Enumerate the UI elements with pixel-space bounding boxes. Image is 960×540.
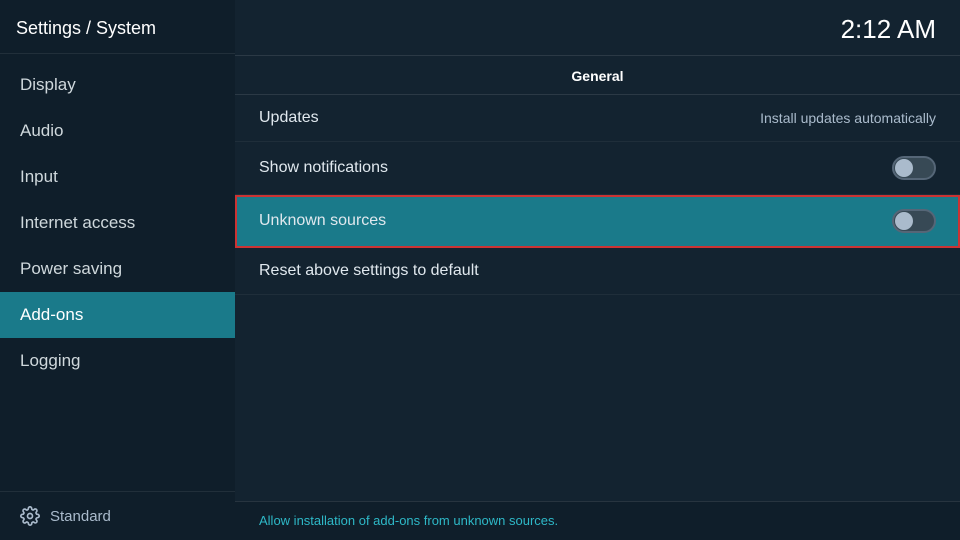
section-header: General [235,56,960,95]
clock: 2:12 AM [841,14,936,45]
updates-label: Updates [259,109,319,127]
unknown-sources-toggle[interactable] [892,209,936,233]
standard-label: Standard [50,508,111,525]
sidebar-nav: Display Audio Input Internet access Powe… [0,54,235,491]
unknown-sources-label: Unknown sources [259,212,386,230]
page-title: Settings / System [0,0,235,54]
show-notifications-label: Show notifications [259,159,388,177]
gear-icon [20,506,40,526]
setting-row-show-notifications[interactable]: Show notifications [235,142,960,195]
show-notifications-toggle[interactable] [892,156,936,180]
sidebar-item-display[interactable]: Display [0,62,235,108]
sidebar-item-add-ons[interactable]: Add-ons [0,292,235,338]
sidebar-item-input[interactable]: Input [0,154,235,200]
sidebar-item-logging[interactable]: Logging [0,338,235,384]
status-text: Allow installation of add-ons from unkno… [259,513,558,528]
setting-row-reset[interactable]: Reset above settings to default [235,248,960,295]
updates-value: Install updates automatically [760,110,936,126]
sidebar-item-audio[interactable]: Audio [0,108,235,154]
reset-label: Reset above settings to default [259,262,479,280]
sidebar: Settings / System Display Audio Input In… [0,0,235,540]
setting-row-unknown-sources[interactable]: Unknown sources [235,195,960,248]
sidebar-footer[interactable]: Standard [0,491,235,540]
sidebar-item-internet-access[interactable]: Internet access [0,200,235,246]
main-content: 2:12 AM General Updates Install updates … [235,0,960,540]
sidebar-item-power-saving[interactable]: Power saving [0,246,235,292]
setting-row-updates[interactable]: Updates Install updates automatically [235,95,960,142]
status-bar: Allow installation of add-ons from unkno… [235,501,960,540]
topbar: 2:12 AM [235,0,960,56]
content-area: General Updates Install updates automati… [235,56,960,501]
